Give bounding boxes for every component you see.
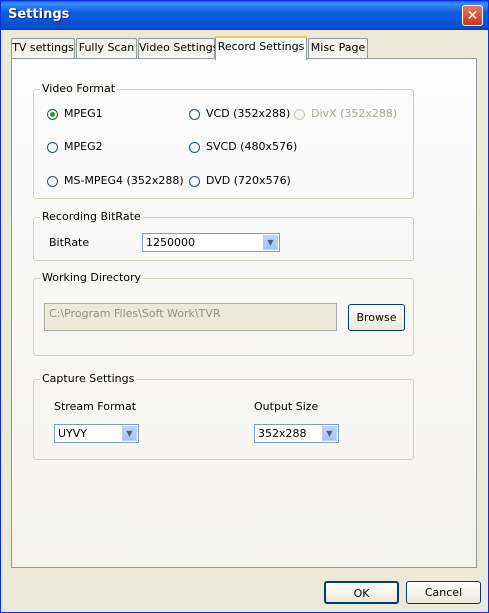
tab-record-settings[interactable]: Record Settings (215, 36, 307, 60)
chevron-down-icon[interactable]: ▼ (122, 426, 137, 441)
capture-settings-legend: Capture Settings (40, 372, 137, 385)
tab-fully-scan[interactable]: Fully Scan (76, 38, 137, 58)
working-directory-field[interactable]: C:\Program Files\Soft Work\TVR (44, 303, 337, 331)
radio-icon (189, 175, 200, 187)
close-button[interactable]: ✕ (462, 5, 483, 26)
title-bar: Settings ✕ (1, 1, 488, 30)
browse-button[interactable]: Browse (348, 304, 405, 331)
working-directory-legend: Working Directory (40, 271, 144, 284)
output-size-select[interactable]: 352x288 ▼ (254, 424, 339, 443)
radio-icon (189, 108, 200, 120)
browse-label: Browse (356, 311, 397, 324)
tab-misc-page[interactable]: Misc Page (308, 38, 368, 58)
radio-label: SVCD (480x576) (206, 140, 298, 153)
radio-label: DivX (352x288) (311, 107, 398, 120)
tab-video-settings[interactable]: Video Settings (138, 38, 219, 58)
settings-window: Settings ✕ TV settings Fully Scan Video … (0, 0, 489, 613)
capture-settings-group: Capture Settings Stream Format UYVY ▼ Ou… (33, 372, 414, 460)
stream-format-select[interactable]: UYVY ▼ (54, 424, 139, 443)
cancel-button[interactable]: Cancel (406, 581, 481, 604)
close-icon: ✕ (466, 8, 479, 24)
radio-label: MS-MPEG4 (352x288) (64, 174, 184, 187)
stream-format-label: Stream Format (54, 400, 137, 413)
chevron-down-icon[interactable]: ▼ (322, 426, 337, 441)
radio-icon (294, 108, 305, 120)
tab-label: TV settings (12, 41, 74, 54)
tab-label: Record Settings (217, 40, 305, 53)
window-title: Settings (8, 7, 70, 22)
working-directory-group: Working Directory C:\Program Files\Soft … (33, 271, 414, 356)
radio-vcd[interactable]: VCD (352x288) (189, 107, 290, 120)
ok-label: OK (353, 587, 370, 600)
radio-dvd[interactable]: DVD (720x576) (189, 174, 291, 187)
bitrate-label: BitRate (49, 236, 90, 249)
radio-icon (47, 175, 58, 187)
bitrate-value: 1250000 (146, 236, 195, 249)
record-settings-panel: Video Format MPEG1 MPEG2 MS-MPEG4 (352x2… (11, 58, 477, 568)
tab-tv-settings[interactable]: TV settings (11, 38, 75, 58)
output-size-value: 352x288 (258, 427, 307, 440)
ok-button[interactable]: OK (324, 581, 399, 604)
output-size-label: Output Size (254, 400, 319, 413)
video-format-legend: Video Format (40, 82, 118, 95)
radio-mpeg1[interactable]: MPEG1 (47, 107, 103, 120)
tab-label: Misc Page (310, 41, 366, 54)
chevron-down-icon[interactable]: ▼ (263, 235, 278, 250)
recording-bitrate-legend: Recording BitRate (40, 210, 143, 223)
stream-format-value: UYVY (58, 427, 88, 440)
radio-mpeg2[interactable]: MPEG2 (47, 140, 103, 153)
radio-icon (189, 141, 200, 153)
radio-label: VCD (352x288) (206, 107, 291, 120)
radio-label: MPEG2 (64, 140, 103, 153)
tab-label: Video Settings (139, 41, 219, 54)
radio-ms-mpeg4[interactable]: MS-MPEG4 (352x288) (47, 174, 184, 187)
radio-divx: DivX (352x288) (294, 107, 397, 120)
video-format-group: Video Format MPEG1 MPEG2 MS-MPEG4 (352x2… (33, 82, 414, 199)
radio-label: MPEG1 (64, 107, 103, 120)
radio-icon (47, 141, 58, 153)
recording-bitrate-group: Recording BitRate BitRate 1250000 ▼ (33, 210, 414, 261)
radio-selected-icon (47, 108, 58, 120)
bitrate-select[interactable]: 1250000 ▼ (142, 233, 280, 252)
cancel-label: Cancel (424, 586, 463, 599)
working-directory-path: C:\Program Files\Soft Work\TVR (49, 307, 221, 320)
radio-label: DVD (720x576) (206, 174, 291, 187)
radio-svcd[interactable]: SVCD (480x576) (189, 140, 297, 153)
tab-label: Fully Scan (78, 41, 135, 54)
